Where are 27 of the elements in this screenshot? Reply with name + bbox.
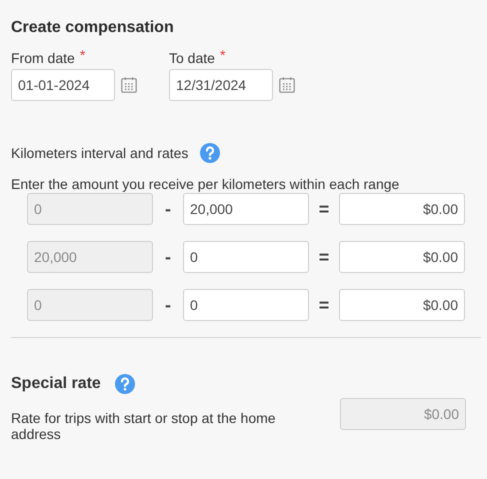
equals-sign: = xyxy=(318,294,330,316)
date-field[interactable]: 12/31/2024 xyxy=(169,69,273,101)
to-field[interactable]: 0 xyxy=(183,241,309,273)
minus-sign: - xyxy=(164,246,172,268)
required-mark: * xyxy=(220,47,226,63)
rate-field[interactable]: $0.00 xyxy=(339,193,465,225)
help-icon[interactable] xyxy=(114,374,135,394)
instruction-text: Enter the amount you receive per kilometers within each range xyxy=(11,176,400,192)
field-label: To date xyxy=(169,50,215,66)
minus-sign: - xyxy=(164,198,172,220)
section-label: Kilometers interval and rates xyxy=(11,145,188,161)
required-mark: * xyxy=(80,47,86,63)
description-text: Rate for trips with start or stop at the home address xyxy=(11,410,277,442)
rate-field[interactable]: $0.00 xyxy=(339,289,465,321)
calendar-icon[interactable] xyxy=(120,76,138,94)
date-field[interactable]: 01-01-2024 xyxy=(11,69,115,101)
to-field[interactable]: 0 xyxy=(183,289,309,321)
rate-field[interactable]: $0.00 xyxy=(339,241,465,273)
minus-sign: - xyxy=(164,294,172,316)
to-field[interactable]: 20,000 xyxy=(183,193,309,225)
form-title: Create compensation xyxy=(11,19,175,38)
field-label: From date xyxy=(11,50,75,66)
equals-sign: = xyxy=(318,198,330,220)
section-title: Special rate xyxy=(11,375,101,393)
calendar-icon[interactable] xyxy=(278,76,296,94)
equals-sign: = xyxy=(318,246,330,268)
help-icon[interactable] xyxy=(200,143,220,163)
